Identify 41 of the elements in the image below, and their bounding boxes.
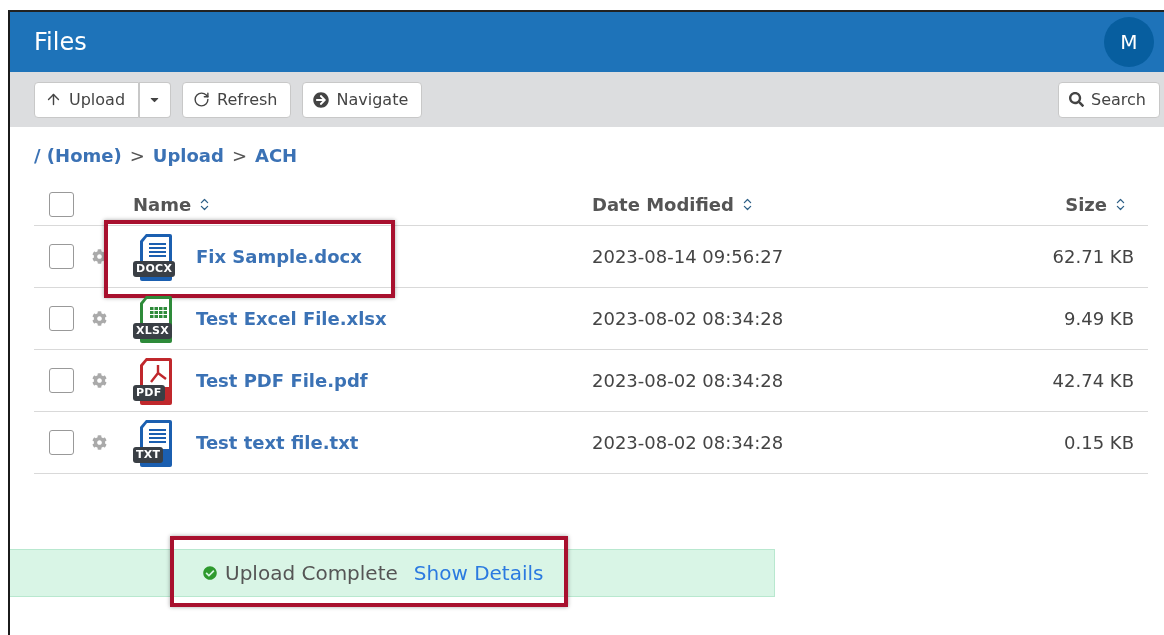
breadcrumb-link[interactable]: Upload <box>152 144 224 166</box>
file-type-badge: TXT <box>133 446 164 463</box>
user-avatar[interactable]: M <box>1104 17 1154 67</box>
row-checkbox[interactable] <box>49 244 74 269</box>
refresh-icon <box>193 91 211 108</box>
file-name-link[interactable]: Test PDF File.pdf <box>196 370 368 391</box>
file-type-badge: XLSX <box>133 322 173 339</box>
file-type-badge: DOCX <box>133 260 176 277</box>
date-cell-text: 2023-08-14 09:56:27 <box>592 246 785 267</box>
date-cell-text: 2023-08-02 08:34:28 <box>592 370 785 391</box>
breadcrumb-separator: > <box>129 144 145 166</box>
upload-menu-button[interactable] <box>139 81 172 118</box>
date-cell-text: 2023-08-02 08:34:28 <box>592 308 785 329</box>
file-name-link[interactable]: Test text file.txt <box>196 432 359 453</box>
show-details-link[interactable]: Show Details <box>413 561 544 585</box>
row-checkbox[interactable] <box>49 368 74 393</box>
column-header[interactable]: Date Modified <box>592 193 1066 215</box>
window-title: Files <box>34 28 87 56</box>
row-checkbox[interactable] <box>49 430 74 455</box>
file-type-badge: PDF <box>133 384 165 401</box>
size-cell: 62.71 KB <box>1052 246 1134 267</box>
navigate-button[interactable]: Navigate <box>302 81 423 118</box>
column-header[interactable]: Size <box>1065 193 1128 215</box>
breadcrumb-link[interactable]: ACH <box>254 144 298 166</box>
refresh-button[interactable]: Refresh <box>182 81 292 118</box>
column-header[interactable]: Name <box>133 193 592 215</box>
breadcrumb-link[interactable]: / (Home) <box>34 144 122 166</box>
date-cell-text: 2023-08-02 08:34:28 <box>592 432 785 453</box>
size-cell: 0.15 KB <box>1064 432 1134 453</box>
file-name-link[interactable]: Test Excel File.xlsx <box>196 308 387 329</box>
gear-icon[interactable] <box>92 249 107 264</box>
file-name-link[interactable]: Fix Sample.docx <box>196 246 362 267</box>
upload-button[interactable]: Upload <box>34 81 140 118</box>
select-all-checkbox[interactable] <box>49 191 74 217</box>
search-button[interactable]: Search <box>1058 81 1160 118</box>
search-icon <box>1069 92 1085 107</box>
notification-message: Upload Complete <box>225 561 398 585</box>
row-checkbox[interactable] <box>49 306 74 331</box>
breadcrumb-separator: > <box>231 144 247 166</box>
size-cell: 9.49 KB <box>1064 308 1134 329</box>
size-cell: 42.74 KB <box>1052 370 1134 391</box>
